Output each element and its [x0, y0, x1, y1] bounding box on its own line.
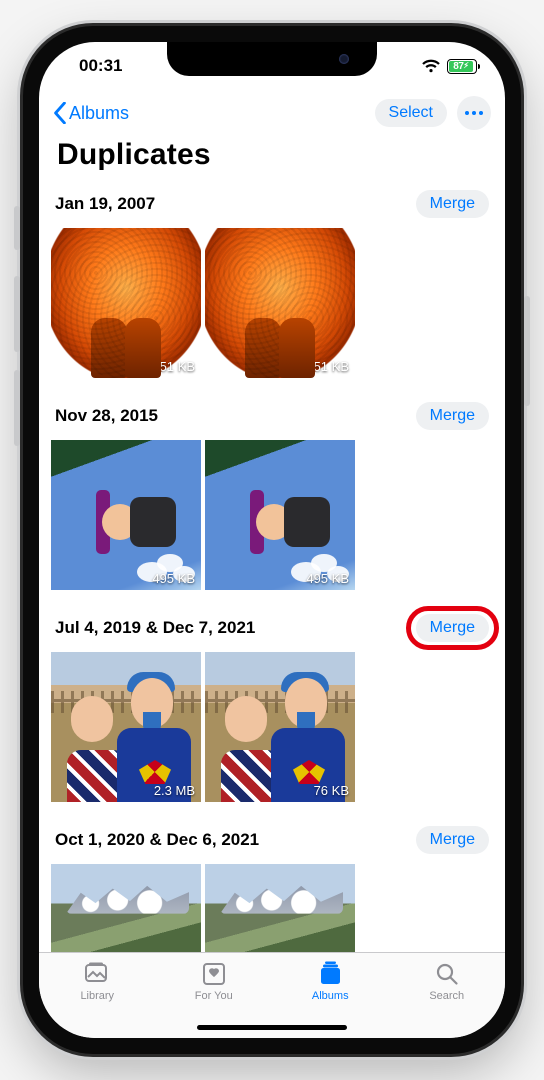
albums-icon [316, 961, 344, 987]
home-indicator[interactable] [197, 1025, 347, 1030]
tab-bar: Library For You Albums Search [39, 952, 505, 1038]
merge-button[interactable]: Merge [416, 826, 489, 854]
side-button-power [524, 296, 530, 406]
file-size-badge: 495 KB [306, 571, 349, 586]
group-date: Nov 28, 2015 [55, 406, 158, 426]
select-button[interactable]: Select [375, 99, 447, 127]
tab-label: Search [429, 990, 464, 1002]
merge-button[interactable]: Merge [416, 614, 489, 642]
duplicate-group: Jan 19, 2007 Merge 151 KB 151 KB [39, 184, 505, 396]
duplicate-group: Nov 28, 2015 Merge 495 KB 495 KB [39, 396, 505, 608]
file-size-badge: 2.3 MB [154, 783, 195, 798]
file-size-badge: 151 KB [306, 359, 349, 374]
more-button[interactable] [457, 96, 491, 130]
tab-label: Albums [312, 990, 349, 1002]
side-button-vol-up [14, 276, 20, 352]
battery-pct: 87⚡︎ [453, 61, 468, 72]
chevron-left-icon [53, 102, 67, 124]
back-label: Albums [69, 103, 129, 124]
status-time: 00:31 [79, 56, 122, 76]
side-button-silence [14, 206, 20, 250]
tab-library[interactable]: Library [39, 961, 156, 1038]
page-title: Duplicates [39, 132, 505, 184]
duplicate-group: Jul 4, 2019 & Dec 7, 2021 Merge 2.3 MB [39, 608, 505, 820]
duplicates-list[interactable]: Jan 19, 2007 Merge 151 KB 151 KB Nov 28,… [39, 184, 505, 952]
search-icon [433, 961, 461, 987]
tab-label: Library [80, 990, 114, 1002]
photo-thumbnail[interactable]: 2.3 MB [51, 652, 201, 802]
side-button-vol-down [14, 370, 20, 446]
group-date: Jul 4, 2019 & Dec 7, 2021 [55, 618, 255, 638]
file-size-badge: 495 KB [152, 571, 195, 586]
notch [167, 42, 377, 76]
phone-frame: 00:31 87⚡︎ Albums Select Duplicates [23, 26, 521, 1054]
battery-icon: 87⚡︎ [447, 59, 477, 74]
library-icon [83, 961, 111, 987]
group-date: Oct 1, 2020 & Dec 6, 2021 [55, 830, 259, 850]
file-size-badge: 151 KB [152, 359, 195, 374]
photo-thumbnail[interactable] [205, 864, 355, 952]
for-you-icon [200, 961, 228, 987]
tab-label: For You [195, 990, 233, 1002]
group-date: Jan 19, 2007 [55, 194, 155, 214]
photo-thumbnail[interactable] [51, 864, 201, 952]
nav-bar: Albums Select [39, 90, 505, 132]
photo-thumbnail[interactable]: 151 KB [51, 228, 201, 378]
tab-search[interactable]: Search [389, 961, 506, 1038]
wifi-icon [421, 59, 441, 73]
back-button[interactable]: Albums [53, 102, 129, 124]
screen: 00:31 87⚡︎ Albums Select Duplicates [39, 42, 505, 1038]
photo-thumbnail[interactable]: 76 KB [205, 652, 355, 802]
duplicate-group: Oct 1, 2020 & Dec 6, 2021 Merge [39, 820, 505, 952]
file-size-badge: 76 KB [314, 783, 349, 798]
merge-button[interactable]: Merge [416, 402, 489, 430]
photo-thumbnail[interactable]: 495 KB [51, 440, 201, 590]
photo-thumbnail[interactable]: 495 KB [205, 440, 355, 590]
photo-thumbnail[interactable]: 151 KB [205, 228, 355, 378]
merge-button[interactable]: Merge [416, 190, 489, 218]
